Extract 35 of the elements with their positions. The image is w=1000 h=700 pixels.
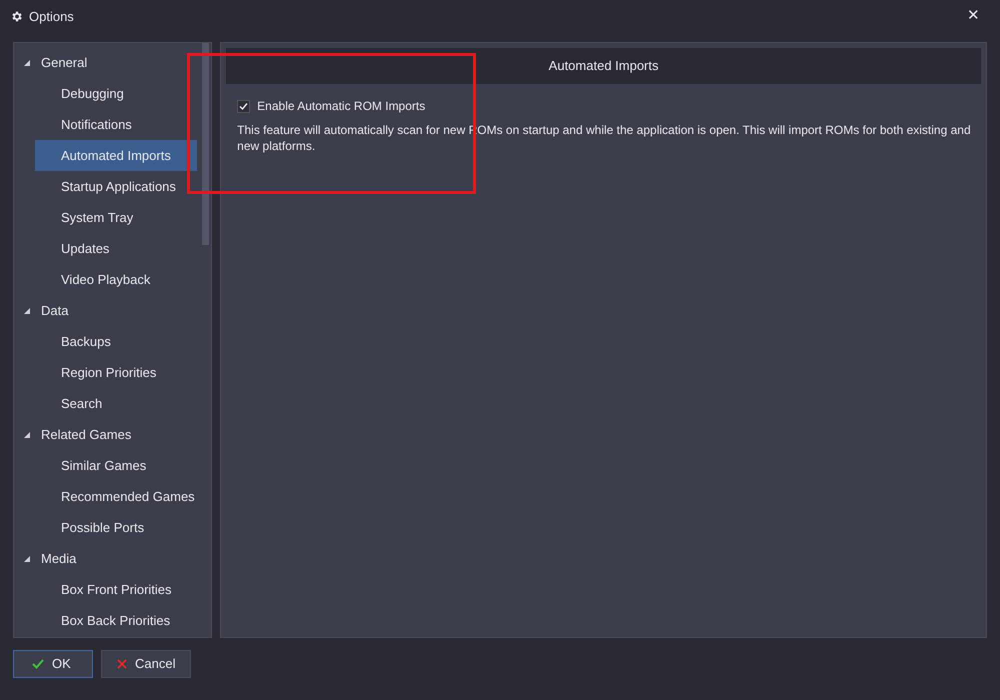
tree-item[interactable]: Possible Ports: [35, 512, 197, 543]
tree-item[interactable]: Box Front Priorities: [35, 574, 197, 605]
tree-item[interactable]: Notifications: [35, 109, 197, 140]
expand-triangle-icon[interactable]: [24, 432, 30, 438]
tree-item[interactable]: Video Playback: [35, 264, 197, 295]
cancel-button[interactable]: Cancel: [101, 650, 191, 678]
tree-item[interactable]: Updates: [35, 233, 197, 264]
scrollbar-thumb[interactable]: [202, 43, 210, 245]
tree-item[interactable]: Debugging: [35, 78, 197, 109]
close-button[interactable]: ✕: [963, 5, 984, 28]
tree-item[interactable]: Backups: [35, 326, 197, 357]
checkbox-label[interactable]: Enable Automatic ROM Imports: [257, 97, 426, 115]
tree-item[interactable]: System Tray: [35, 202, 197, 233]
tree-item[interactable]: Region Priorities: [35, 357, 197, 388]
expand-triangle-icon[interactable]: [24, 556, 30, 562]
tree-item[interactable]: Data: [41, 295, 76, 326]
expand-triangle-icon[interactable]: [24, 308, 30, 314]
tree-item[interactable]: Search: [35, 388, 197, 419]
gear-icon: [10, 10, 23, 23]
tree-item[interactable]: Related Games: [41, 419, 140, 450]
tree-item[interactable]: General: [41, 47, 96, 78]
tree-item[interactable]: Box Back Priorities: [35, 605, 197, 636]
checkmark-icon: [32, 659, 44, 669]
window-title: Options: [29, 8, 74, 26]
ok-button[interactable]: OK: [13, 650, 93, 678]
tree-item[interactable]: Automated Imports: [35, 140, 197, 171]
checkmark-icon: [239, 102, 248, 110]
tree-item[interactable]: Media: [41, 543, 84, 574]
expand-triangle-icon[interactable]: [24, 60, 30, 66]
tree-item[interactable]: Startup Applications: [35, 171, 197, 202]
cross-icon: [117, 659, 127, 669]
panel-header: Automated Imports: [226, 48, 981, 84]
tree-item[interactable]: Recommended Games: [35, 481, 197, 512]
tree-item[interactable]: Similar Games: [35, 450, 197, 481]
checkbox[interactable]: [237, 100, 250, 112]
